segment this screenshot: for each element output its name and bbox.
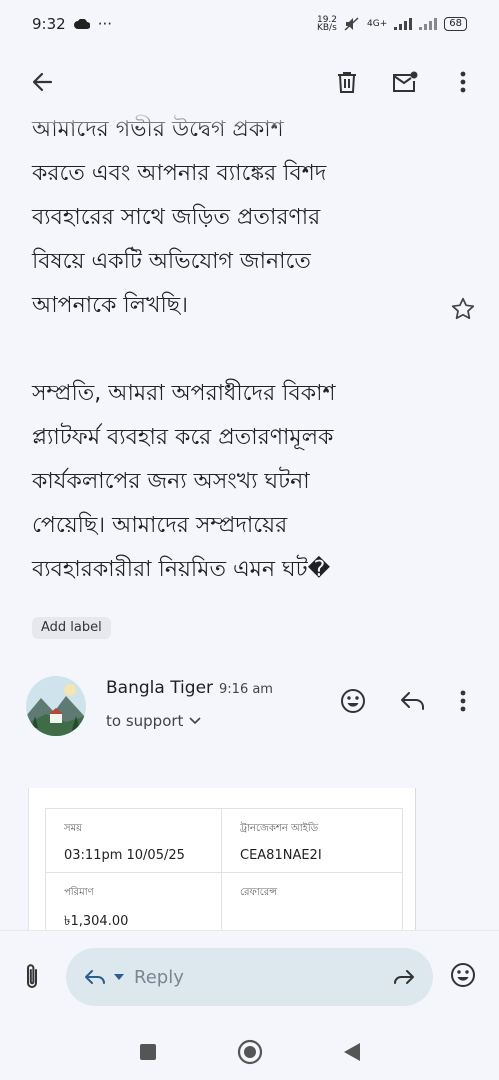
cloud-icon: [73, 19, 90, 29]
body-line: প্ল্যাটফর্ম ব্যবহার করে প্রতারণামূলক: [32, 425, 334, 450]
recipient-toggle[interactable]: to support: [106, 712, 201, 730]
sender-header: Bangla Tiger 9:16 am: [106, 678, 273, 698]
receipt-value: 03:11pm 10/05/25: [64, 848, 185, 863]
message-actions: [340, 688, 466, 718]
star-icon: [451, 297, 475, 320]
body-line: কার্যকলাপের জন্য অসংখ্য ঘটনা: [32, 469, 310, 494]
chevron-down-icon: [189, 717, 201, 725]
receipt-cell-transaction-id: ট্রানজেকশন আইডি CEA81NAE2I: [222, 809, 402, 873]
body-paragraph-1: আমাদের গভীর উদ্বেগ প্রকাশ করতে এবং আপনার…: [32, 108, 422, 328]
triangle-back-icon: [343, 1043, 360, 1061]
scroll-fade: [0, 112, 499, 130]
signal-icon: [394, 18, 413, 30]
message-time: 9:16 am: [219, 682, 273, 697]
arrow-back-icon: [32, 72, 53, 92]
receipt-label: পরিমাণ: [64, 887, 94, 898]
body-line: সম্প্রতি, আমরা অপরাধীদের বিকাশ: [32, 381, 336, 406]
receipt-cell-reference: রেফারেন্স: [222, 873, 402, 937]
recipient-label: to support: [106, 712, 184, 730]
add-label-chip[interactable]: Add label: [32, 617, 111, 639]
signal-icon-2: [419, 18, 438, 30]
more-vert-icon: [460, 71, 466, 93]
body-line: আপনাকে লিখছি।: [32, 293, 188, 318]
mute-icon: [344, 17, 359, 31]
avatar[interactable]: [26, 676, 86, 736]
receipt-label: সময়: [64, 823, 83, 834]
body-line: ব্যবহারের সাথে জড়িত প্রতারণার: [32, 205, 321, 230]
reply-input[interactable]: Reply: [66, 948, 433, 1006]
reply-icon: [85, 970, 105, 984]
square-icon: [139, 1044, 156, 1060]
top-app-bar: [0, 52, 499, 112]
circle-icon: [237, 1039, 262, 1065]
body-paragraph-2: সম্প্রতি, আমরা অপরাধীদের বিকাশ প্ল্যাটফর…: [32, 372, 422, 592]
status-overflow-dots: ···: [97, 15, 112, 33]
receipt-cell-amount: পরিমাণ ৳1,304.00: [46, 873, 222, 937]
status-time: 9:32: [32, 15, 66, 33]
body-line: করতে এবং আপনার ব্যাঙ্কের বিশদ: [32, 161, 327, 186]
system-nav-bar: [0, 1028, 499, 1080]
reply-button[interactable]: [400, 691, 426, 715]
body-line: বিষয়ে একটি অভিযোগ জানাতে: [32, 249, 311, 274]
paperclip-icon: [27, 964, 37, 988]
delete-button[interactable]: [333, 68, 361, 96]
avatar-landscape-image: [26, 676, 86, 736]
reply-icon: [401, 692, 424, 710]
emoji-button[interactable]: [450, 962, 476, 992]
reply-type-dropdown-icon[interactable]: [114, 974, 124, 980]
receipt-label: রেফারেন্স: [240, 887, 278, 898]
receipt-label: ট্রানজেকশন আইডি: [240, 823, 319, 834]
mark-unread-button[interactable]: [391, 68, 419, 96]
trash-icon: [338, 72, 356, 93]
system-back-button[interactable]: [343, 1042, 361, 1066]
reply-placeholder: Reply: [134, 966, 184, 988]
body-line: পেয়েছি। আমাদের সম্প্রদায়ের: [32, 513, 288, 538]
attach-button[interactable]: [24, 962, 40, 994]
network-speed: 19.2 KB/s: [316, 15, 338, 33]
message-more-button[interactable]: [460, 690, 466, 716]
battery-indicator: 68: [444, 17, 467, 31]
emoji-icon: [451, 963, 475, 987]
more-options-button[interactable]: [449, 68, 477, 96]
email-body: আমাদের গভীর উদ্বেগ প্রকাশ করতে এবং আপনার…: [32, 108, 422, 592]
receipt-table: সময় 03:11pm 10/05/25 ট্রানজেকশন আইডি CEA…: [45, 808, 403, 938]
receipt-card: সময় 03:11pm 10/05/25 ট্রানজেকশন আইডি CEA…: [28, 788, 416, 938]
status-bar: 9:32 ··· 19.2 KB/s 4G+ 68: [0, 0, 499, 48]
emoji-icon: [341, 689, 365, 713]
home-button[interactable]: [237, 1039, 263, 1069]
forward-icon[interactable]: [393, 969, 415, 985]
back-button[interactable]: [28, 68, 56, 96]
recents-button[interactable]: [139, 1043, 157, 1065]
receipt-value: CEA81NAE2I: [240, 848, 322, 863]
react-button[interactable]: [340, 688, 366, 718]
star-button[interactable]: [450, 296, 476, 326]
mail-unread-icon: [393, 71, 418, 92]
sender-name: Bangla Tiger: [106, 678, 214, 698]
receipt-cell-time: সময় 03:11pm 10/05/25: [46, 809, 222, 873]
body-line: ব্যবহারকারীরা নিয়মিত এমন ঘট�: [32, 557, 331, 582]
network-type: 4G+: [367, 19, 388, 29]
more-vert-icon: [460, 690, 466, 712]
